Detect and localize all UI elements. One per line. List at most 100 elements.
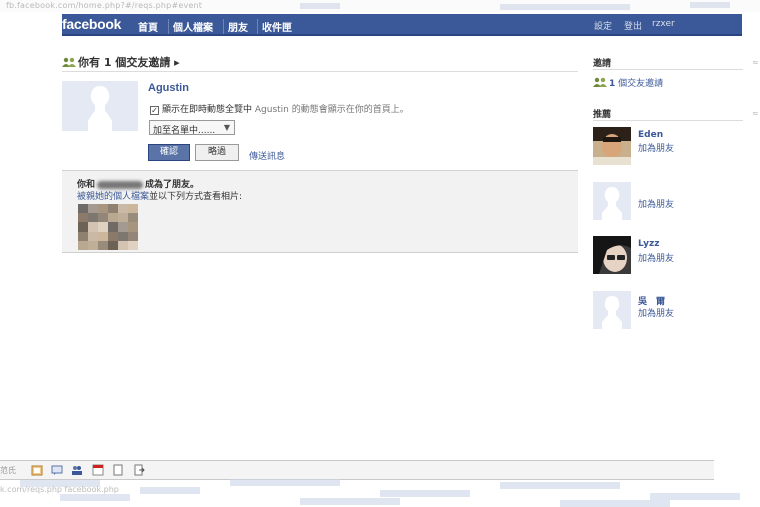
redacted-name bbox=[97, 180, 144, 189]
suggestions-header: 推薦 bbox=[593, 107, 743, 121]
mosaic-tile bbox=[98, 204, 108, 214]
applications-icon[interactable] bbox=[31, 464, 43, 476]
screen-artifact bbox=[0, 14, 62, 36]
exit-icon[interactable] bbox=[133, 464, 145, 476]
screen-artifact bbox=[650, 493, 740, 500]
screen-artifact bbox=[500, 482, 620, 489]
mosaic-tile bbox=[128, 213, 138, 223]
mosaic-tile bbox=[88, 240, 98, 250]
confirm-button[interactable]: 確認 bbox=[148, 144, 190, 161]
screen-artifact bbox=[300, 3, 340, 9]
add-friend-link[interactable]: 加為朋友 bbox=[638, 306, 674, 319]
chevron-down-icon: ▼ bbox=[223, 123, 230, 132]
suggestion-name[interactable]: Eden bbox=[638, 130, 663, 140]
calendar-icon[interactable] bbox=[92, 464, 104, 476]
screen-artifact: ≈ bbox=[752, 58, 759, 67]
facebook-logo[interactable]: facebook bbox=[62, 16, 121, 32]
invites-header: 邀請 bbox=[593, 56, 743, 70]
mosaic-tile bbox=[128, 204, 138, 214]
mosaic-tile bbox=[98, 222, 108, 232]
suggestion-photo-default[interactable] bbox=[593, 182, 631, 220]
invites-link[interactable]: 1 個交友邀請 bbox=[593, 76, 663, 90]
nav-inbox-link[interactable]: 收件匣 bbox=[257, 19, 296, 34]
send-message-link[interactable]: 傳送訊息 bbox=[249, 149, 285, 162]
add-friend-link[interactable]: 加為朋友 bbox=[638, 197, 674, 210]
friend-request-title: 你有 1 個交友邀請 ▸ bbox=[78, 56, 180, 69]
invites-link-label: 個交友邀請 bbox=[618, 79, 664, 89]
mosaic-tile bbox=[78, 240, 88, 250]
requester-name-link[interactable]: Agustin bbox=[148, 82, 189, 94]
view-profile-link[interactable]: 被親她的個人檔案 bbox=[77, 192, 149, 202]
mosaic-tile bbox=[88, 222, 98, 232]
toolbar-label: 范氏 bbox=[0, 466, 16, 475]
friend-request-header: 你有 1 個交友邀請 ▸ bbox=[62, 54, 578, 72]
mosaic-tile bbox=[128, 240, 138, 250]
add-to-list-dropdown[interactable]: 加至名單中...... ▼ bbox=[149, 120, 235, 136]
became-friends-subtitle: 被親她的個人檔案並以下列方式查看相片: bbox=[77, 189, 242, 202]
mosaic-tile bbox=[128, 231, 138, 241]
add-friend-link[interactable]: 加為朋友 bbox=[638, 141, 674, 154]
mosaic-tile bbox=[118, 231, 128, 241]
friends-icon[interactable] bbox=[71, 464, 83, 476]
suggestion-photo-lyzz[interactable] bbox=[593, 236, 631, 274]
user-name-link[interactable]: rzxer bbox=[652, 19, 675, 29]
requester-avatar[interactable] bbox=[62, 81, 138, 131]
suggestion-photo-default[interactable] bbox=[593, 291, 631, 329]
news-feed-option: ✓ 顯示在即時動態全覽中 Agustin 的動態會顯示在你的首頁上。 bbox=[150, 102, 409, 115]
mosaic-tile bbox=[108, 222, 118, 232]
add-friend-link[interactable]: 加為朋友 bbox=[638, 251, 674, 264]
friends-icon bbox=[62, 57, 76, 67]
mosaic-tile bbox=[98, 231, 108, 241]
notes-icon[interactable] bbox=[112, 464, 124, 476]
browser-url-bottom: k.com/reqs.php facebook.php bbox=[0, 485, 119, 494]
nav-friends-link[interactable]: 朋友 bbox=[223, 19, 252, 34]
mosaic-tile bbox=[78, 204, 88, 214]
mosaic-tile bbox=[98, 240, 108, 250]
suggestion-name[interactable]: Lyzz bbox=[638, 239, 659, 249]
mosaic-tile bbox=[118, 240, 128, 250]
screen-artifact bbox=[560, 500, 670, 507]
news-feed-checkbox[interactable]: ✓ bbox=[150, 106, 159, 115]
add-to-list-value: 加至名單中...... bbox=[153, 126, 216, 136]
mosaic-tile bbox=[78, 213, 88, 223]
default-avatar-icon bbox=[62, 81, 138, 131]
mosaic-tile bbox=[128, 222, 138, 232]
suggestion-photo-eden[interactable] bbox=[593, 127, 631, 165]
screen-artifact bbox=[60, 494, 130, 501]
mosaic-tile bbox=[88, 213, 98, 223]
default-avatar-icon bbox=[593, 291, 631, 329]
mosaic-tile bbox=[98, 213, 108, 223]
screen-artifact bbox=[380, 490, 470, 497]
browser-url-top: fb.facebook.com/home.php?#/reqs.php#even… bbox=[0, 0, 760, 12]
screen-artifact bbox=[230, 479, 340, 486]
screen-artifact bbox=[300, 498, 400, 505]
mosaic-tile bbox=[88, 204, 98, 214]
friends-icon bbox=[593, 77, 607, 90]
settings-link[interactable]: 設定 bbox=[594, 19, 612, 32]
mosaic-tile bbox=[108, 231, 118, 241]
screen-artifact bbox=[140, 487, 200, 494]
mosaic-tile bbox=[108, 204, 118, 214]
became-friends-box: 你和 成為了朋友。 被親她的個人檔案並以下列方式查看相片: bbox=[62, 170, 578, 253]
person-photo-icon bbox=[593, 127, 631, 165]
mosaic-tile bbox=[118, 222, 128, 232]
notifications-icon[interactable] bbox=[51, 464, 63, 476]
nav-home-link[interactable]: 首頁 bbox=[134, 19, 162, 34]
mosaic-tile bbox=[108, 213, 118, 223]
mosaic-tile bbox=[108, 240, 118, 250]
ignore-button[interactable]: 略過 bbox=[195, 144, 239, 161]
screen-artifact: ≈ bbox=[752, 109, 759, 118]
news-feed-hint: Agustin 的動態會顯示在你的首頁上。 bbox=[254, 105, 409, 115]
nav-profile-link[interactable]: 個人檔案 bbox=[168, 19, 217, 34]
pixelated-photo[interactable] bbox=[78, 204, 138, 250]
mosaic-tile bbox=[78, 231, 88, 241]
news-feed-checkbox-label: 顯示在即時動態全覽中 bbox=[162, 105, 253, 115]
logout-link[interactable]: 登出 bbox=[624, 19, 642, 32]
invites-count: 1 bbox=[609, 79, 616, 89]
screen-artifact bbox=[500, 4, 630, 10]
mosaic-tile bbox=[118, 204, 128, 214]
mosaic-tile bbox=[118, 213, 128, 223]
facebook-top-bar: facebook 首頁 個人檔案 朋友 收件匣 設定 登出 rzxer bbox=[0, 14, 742, 36]
became-friends-subtitle-text: 並以下列方式查看相片: bbox=[149, 192, 243, 202]
person-photo-icon bbox=[593, 236, 631, 274]
